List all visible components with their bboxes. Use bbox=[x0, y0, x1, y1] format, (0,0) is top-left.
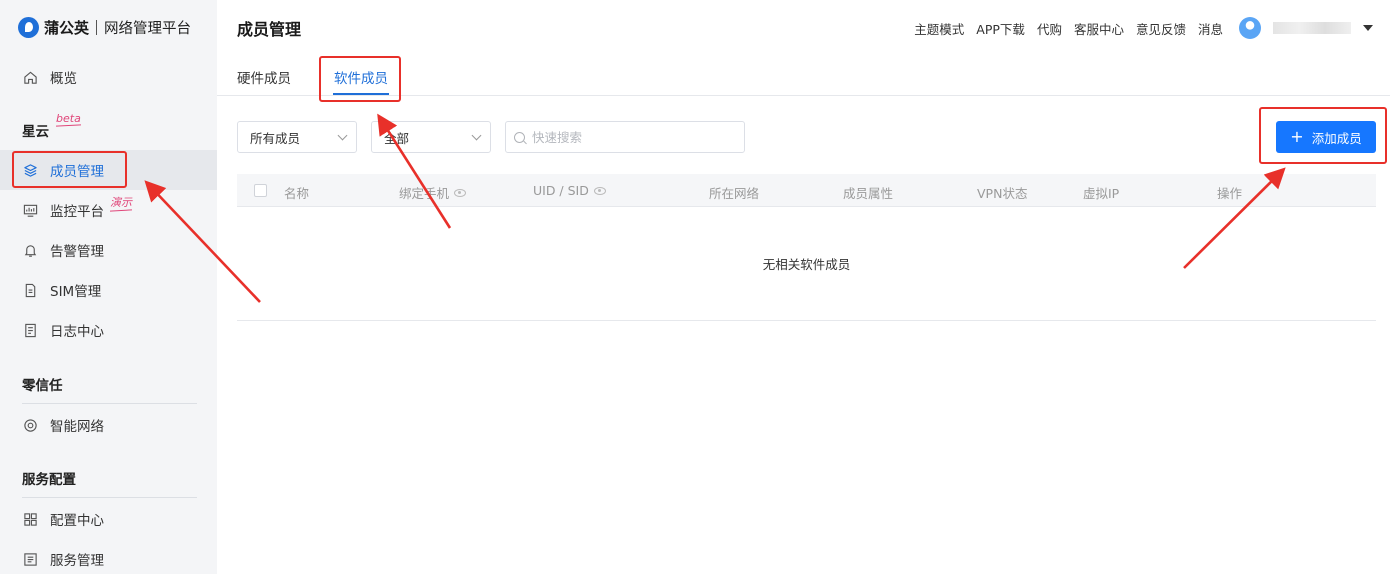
annotation-arrow-tab bbox=[377, 113, 452, 229]
annotation-arrows bbox=[144, 113, 1286, 303]
app-root: 蒲公英 网络管理平台 概览 星云 beta 成员管理 监控平台 演示 告警管理 … bbox=[0, 0, 1390, 574]
annotation-arrow-add-button bbox=[1183, 167, 1286, 269]
annotation-arrow-sidebar bbox=[144, 180, 261, 303]
